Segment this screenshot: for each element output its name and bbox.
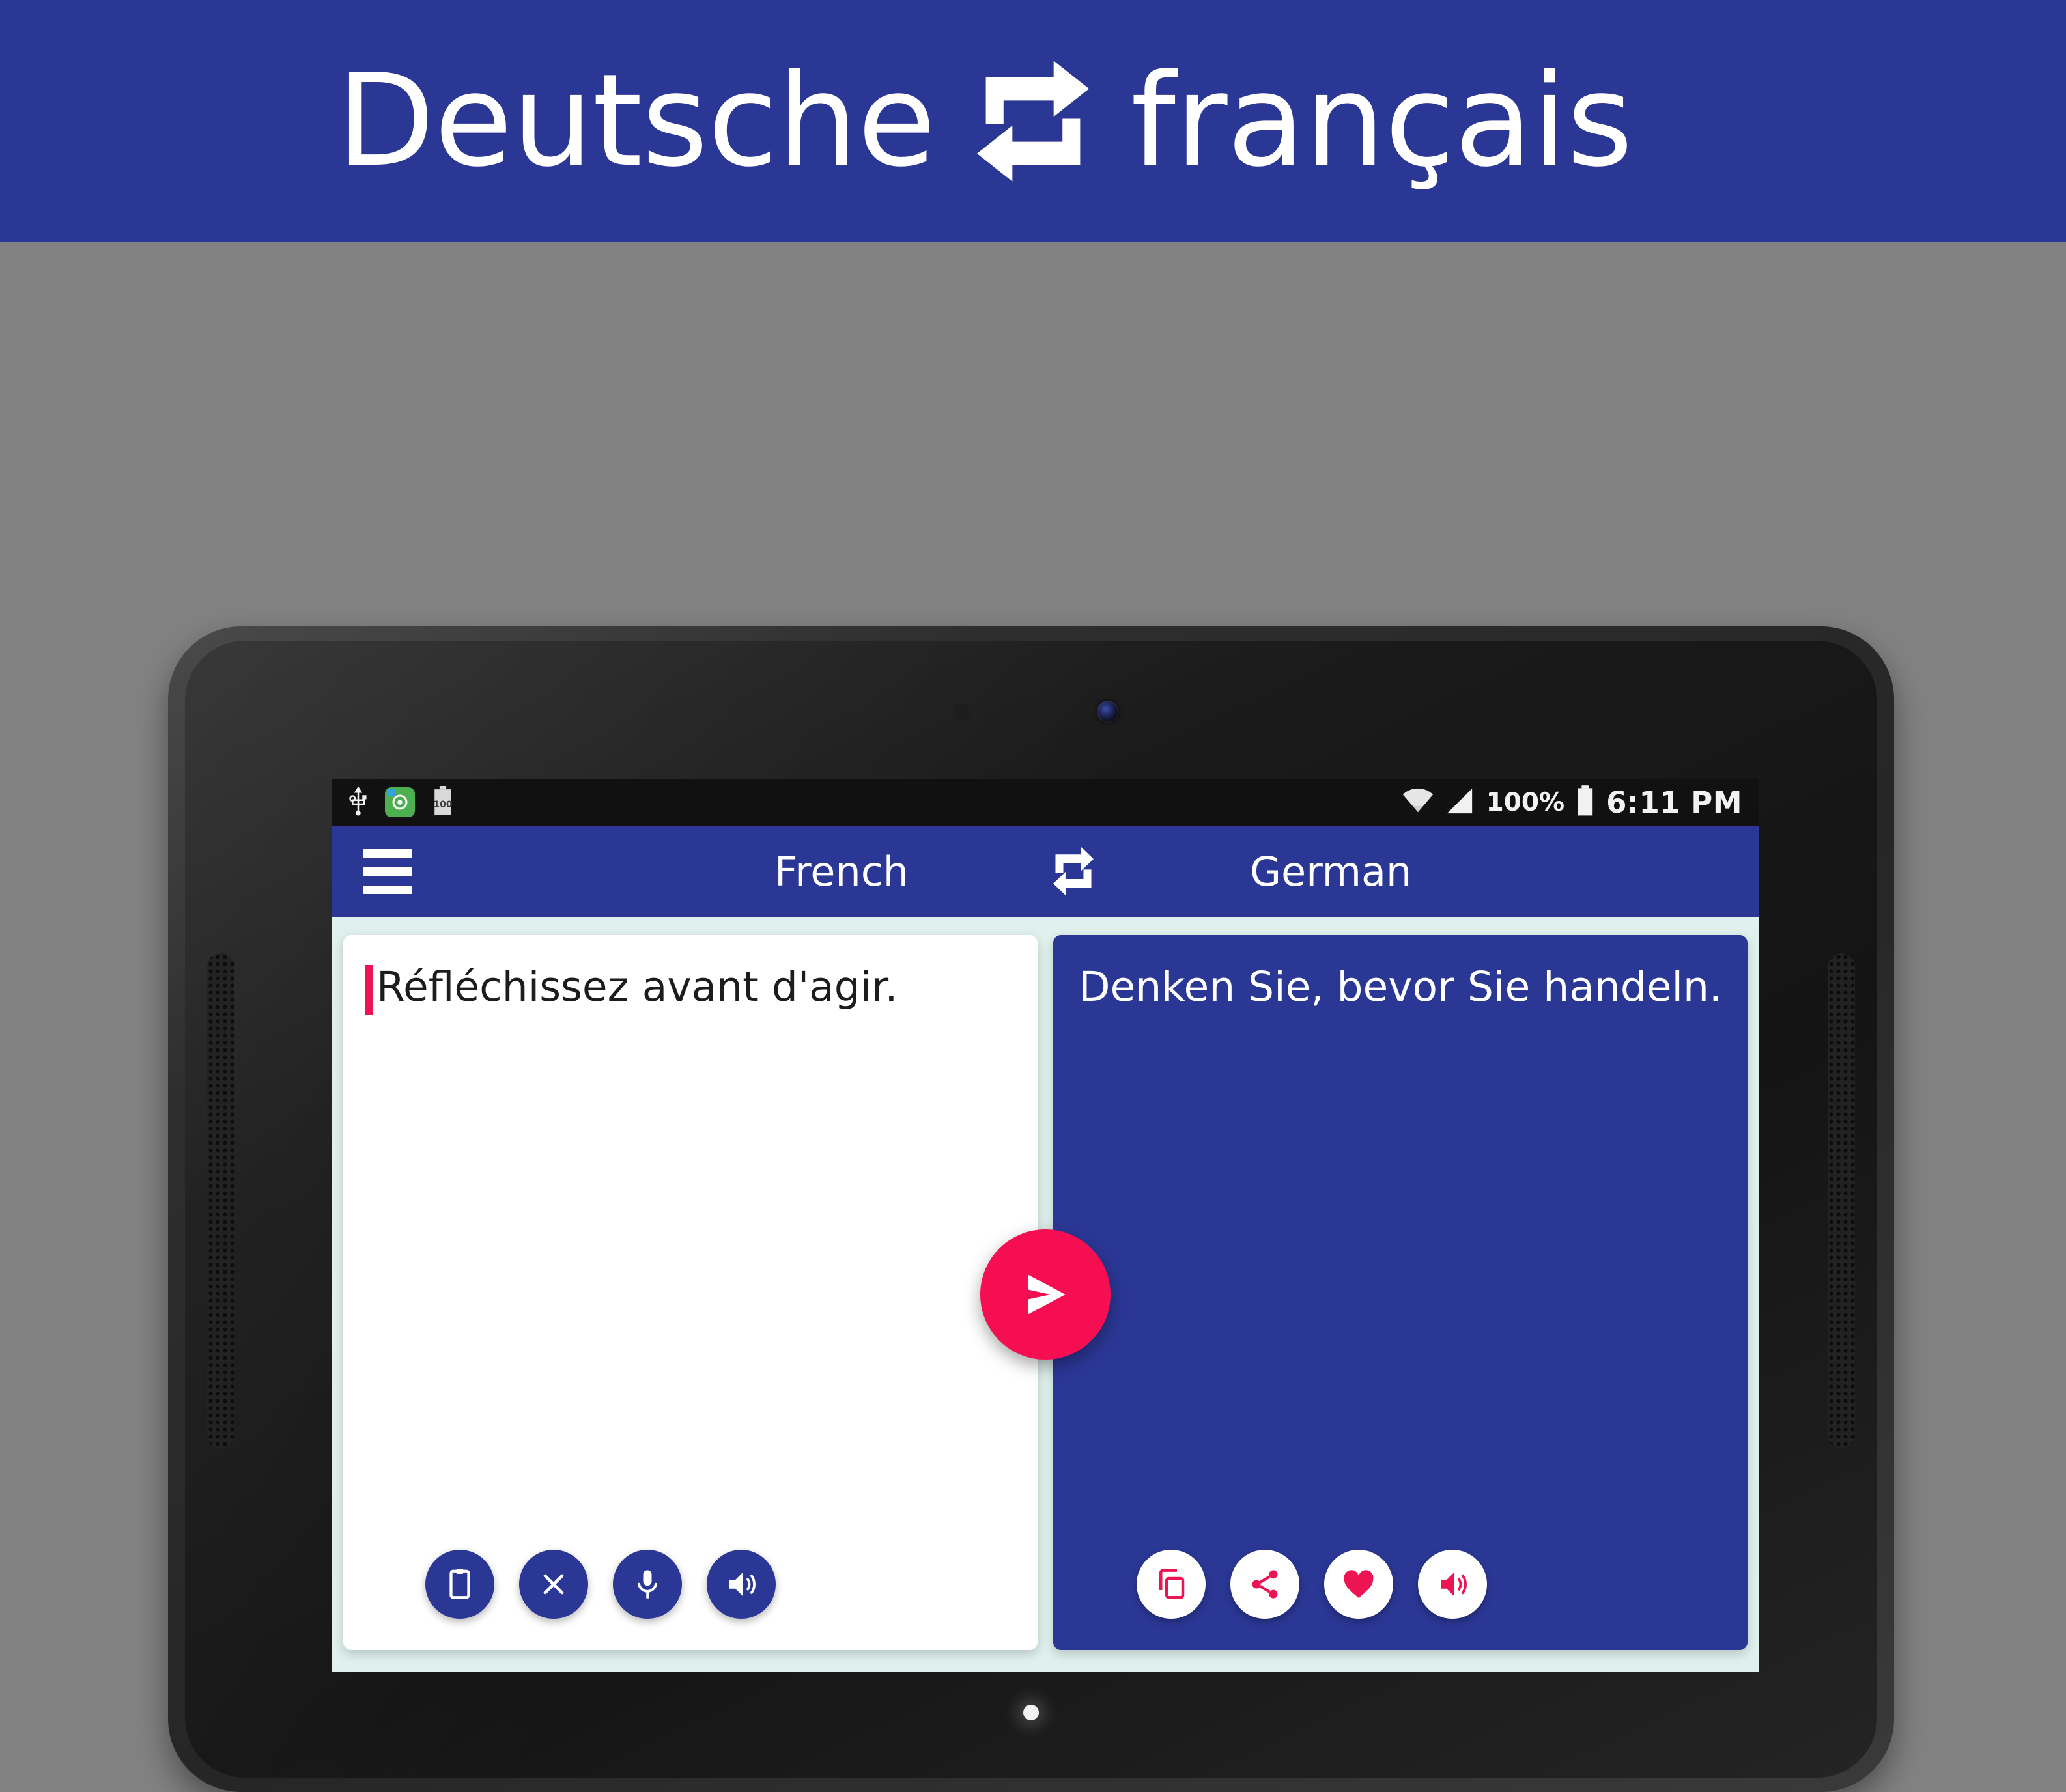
text-caret [365,965,373,1015]
svg-text:100: 100 [433,800,453,810]
swap-arrows-icon [977,61,1089,182]
translation-panels: Réfléchissez avant d'agir. Denken Sie, b… [332,917,1759,1672]
promo-swap-icon [935,59,1131,183]
tablet-bezel: 100 100% 6:11 PM French German Réfléchis… [185,641,1877,1778]
home-indicator-led[interactable] [1023,1705,1039,1720]
app-toolbar: French German [332,826,1759,917]
heart-icon [1344,1570,1374,1598]
tablet-screen: 100 100% 6:11 PM French German Réfléchis… [332,779,1759,1672]
send-arrow-icon [1028,1274,1066,1315]
copy-icon [1159,1569,1185,1599]
hamburger-menu-icon[interactable] [363,848,412,894]
source-panel[interactable]: Réfléchissez avant d'agir. [343,935,1038,1650]
tablet-device: 100 100% 6:11 PM French German Réfléchis… [168,626,1894,1792]
android-status-bar: 100 100% 6:11 PM [332,779,1759,826]
proximity-sensor-icon [954,703,970,720]
source-actions [425,1550,776,1619]
copy-button[interactable] [1137,1550,1206,1619]
share-button[interactable] [1230,1550,1299,1619]
promo-banner: Deutsche français [0,0,2066,242]
target-language-selector[interactable]: German [1250,848,1411,895]
swap-languages-icon [1053,847,1094,895]
microphone-icon [638,1570,657,1599]
battery-percent-label: 100% [1486,787,1565,817]
wifi-icon [1402,785,1433,820]
speaker-grille-right [1828,953,1855,1448]
source-language-selector[interactable]: French [774,848,909,895]
translate-button[interactable] [980,1229,1111,1360]
target-text: Denken Sie, bevor Sie handeln. [1079,963,1722,1011]
target-actions [1137,1550,1487,1619]
target-panel[interactable]: Denken Sie, bevor Sie handeln. [1053,935,1748,1650]
clipboard-icon [449,1569,470,1599]
clear-button[interactable] [519,1550,588,1619]
speaker-icon [729,1573,756,1596]
signal-icon [1445,786,1475,819]
promo-target-language: français [1131,47,1633,195]
battery-100-icon: 100 [432,785,454,819]
promo-source-language: Deutsche [336,47,936,195]
usb-icon [348,786,368,819]
source-text[interactable]: Réfléchissez avant d'agir. [376,963,898,1011]
listen-source-button[interactable] [707,1550,776,1619]
status-bar-clock: 6:11 PM [1606,785,1742,820]
listen-target-button[interactable] [1418,1550,1487,1619]
close-x-icon [543,1574,564,1595]
speaker-grille-left [207,953,234,1448]
paste-button[interactable] [425,1550,494,1619]
battery-icon [1576,785,1594,820]
speaker-icon [1441,1573,1467,1596]
front-camera-icon [1097,701,1119,723]
app-notification-icon [385,787,415,817]
favorite-button[interactable] [1324,1550,1393,1619]
share-icon [1252,1570,1278,1599]
device-stage: 100 100% 6:11 PM French German Réfléchis… [0,242,2066,1792]
swap-languages-button[interactable] [1045,843,1101,899]
speak-button[interactable] [613,1550,682,1619]
